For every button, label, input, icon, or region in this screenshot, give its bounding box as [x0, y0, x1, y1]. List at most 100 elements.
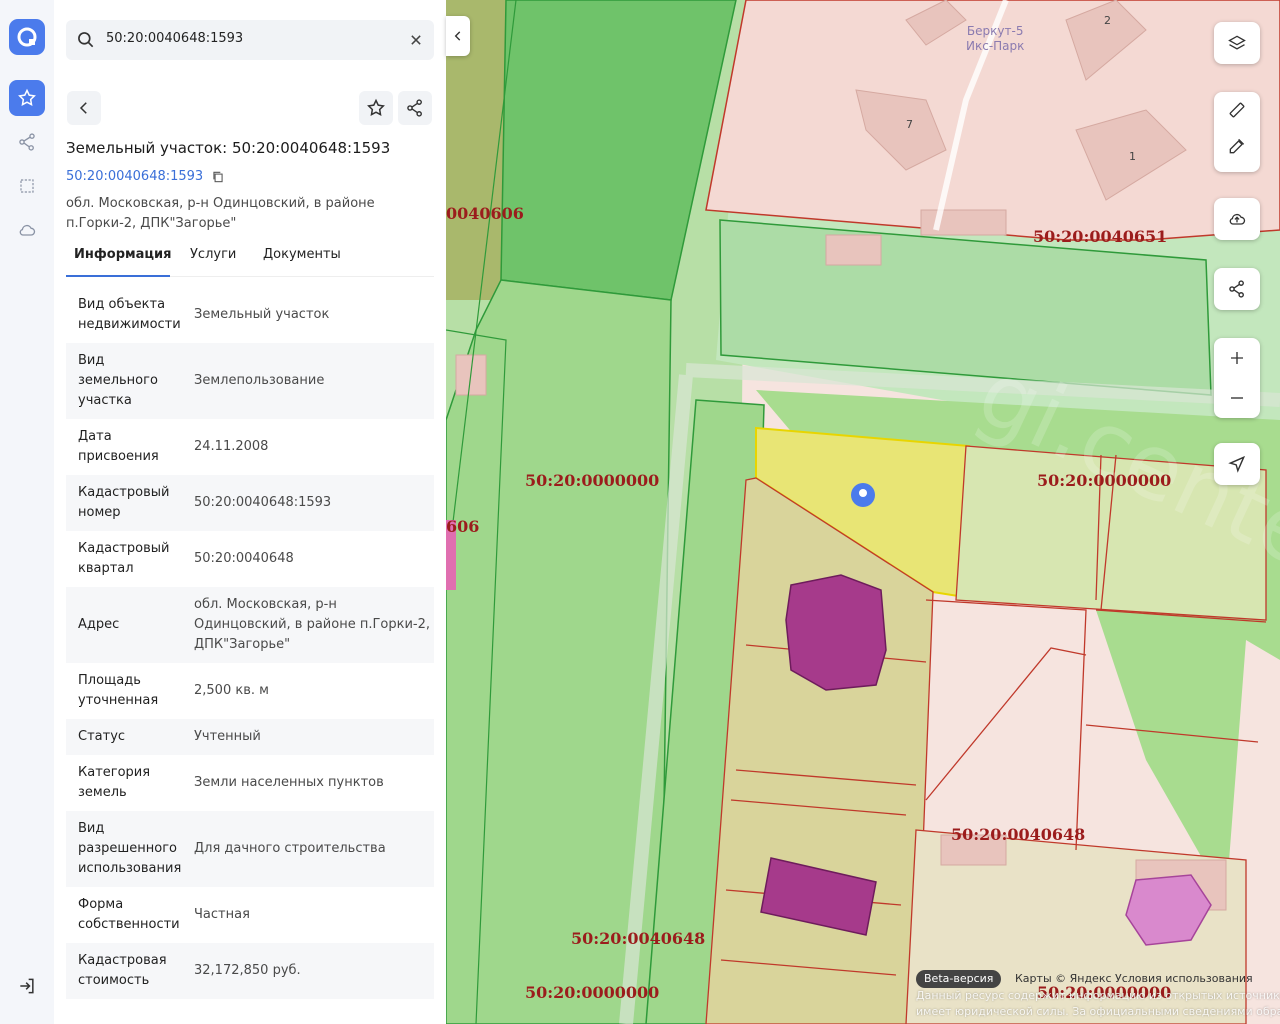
chevron-left-icon — [454, 31, 461, 41]
select-area-button[interactable] — [9, 168, 45, 204]
row-value: 50:20:0040648 — [194, 551, 294, 566]
cadastral-label: 50:20:0000000 — [525, 471, 660, 490]
map-pin-icon[interactable] — [851, 483, 875, 507]
table-row: Вид разрешенного использования Для дачног… — [66, 811, 434, 887]
table-row: Форма собственности Частная — [66, 887, 434, 943]
share-icon — [407, 99, 422, 117]
upload-button[interactable] — [1214, 198, 1260, 240]
cadastral-label: 50:20:0000000 — [525, 983, 660, 1002]
building-number: 2 — [1104, 14, 1111, 27]
logout-button[interactable] — [9, 968, 45, 1004]
table-row: Кадастровая стоимость 32,172,850 руб. — [66, 943, 434, 999]
route-icon — [19, 133, 35, 151]
row-value: Земли населенных пунктов — [194, 775, 384, 790]
back-button[interactable] — [67, 91, 101, 125]
row-value: обл. Московская, р-н Одинцовский, в райо… — [194, 597, 430, 652]
collapse-panel-button[interactable] — [446, 16, 470, 56]
building-number: 7 — [906, 118, 913, 131]
zoom-group — [1214, 338, 1260, 418]
table-row: Вид земельного участка Землепользование — [66, 343, 434, 419]
table-row: Вид объекта недвижимости Земельный участо… — [66, 287, 434, 343]
row-value: Частная — [194, 907, 250, 922]
row-key: Категория земель — [78, 765, 151, 800]
cadastral-link[interactable]: 50:20:0040648:1593 — [66, 169, 225, 184]
ruler-icon — [1229, 102, 1245, 118]
search-input[interactable]: 50:20:0040648:1593 — [106, 31, 243, 46]
row-value: Для дачного строительства — [194, 841, 386, 856]
logout-icon — [20, 978, 34, 994]
zoom-in-button[interactable] — [1214, 338, 1260, 378]
beta-badge: Beta-версия — [916, 970, 1002, 988]
favorite-button[interactable] — [359, 91, 393, 125]
search-box[interactable]: 50:20:0040648:1593 — [66, 20, 434, 60]
tab-info[interactable]: Информация — [74, 247, 172, 262]
share-icon — [1229, 280, 1244, 298]
cadastral-label: 0040606 — [446, 204, 524, 223]
navigation-arrow-icon — [1228, 455, 1246, 473]
row-key: Вид земельного участка — [78, 353, 158, 408]
row-key: Вид разрешенного использования — [78, 821, 182, 876]
chevron-left-icon — [79, 102, 87, 114]
building-number: 1 — [1129, 150, 1136, 163]
search-icon — [76, 30, 96, 54]
row-key: Дата присвоения — [78, 429, 159, 464]
table-row: Кадастровый номер 50:20:0040648:1593 — [66, 475, 434, 531]
row-value: 50:20:0040648:1593 — [194, 495, 332, 510]
cadastral-label: 50:20:0040648 — [571, 929, 706, 948]
route-button[interactable] — [9, 124, 45, 160]
tab-services[interactable]: Услуги — [190, 247, 236, 262]
tabs: Информация Услуги Документы — [66, 242, 434, 277]
info-table: Вид объекта недвижимости Земельный участо… — [66, 287, 434, 999]
page-title: Земельный участок: 50:20:0040648:1593 — [66, 139, 391, 157]
row-value: Землепользование — [194, 373, 325, 388]
table-row: Дата присвоения 24.11.2008 — [66, 419, 434, 475]
cloud-icon — [19, 224, 36, 236]
cadastral-label: 606 — [446, 517, 480, 536]
edit-button[interactable] — [1214, 128, 1260, 164]
row-key: Форма собственности — [78, 897, 180, 932]
tools-group — [1214, 92, 1260, 172]
star-icon — [367, 98, 385, 116]
zoom-out-button[interactable] — [1214, 378, 1260, 418]
cadastral-label: 50:20:0000000 — [1037, 471, 1172, 490]
app-logo-icon[interactable] — [9, 19, 45, 55]
table-row: Статус Учтенный — [66, 719, 434, 755]
ruler-button[interactable] — [1214, 92, 1260, 128]
favorites-button[interactable] — [9, 80, 45, 116]
row-value: 24.11.2008 — [194, 439, 269, 454]
share-button[interactable] — [398, 91, 432, 125]
clear-search-icon[interactable] — [406, 30, 426, 50]
table-row: Площадь уточненная 2,500 кв. м — [66, 663, 434, 719]
copy-icon[interactable] — [211, 170, 225, 184]
row-value: 32,172,850 руб. — [194, 963, 301, 978]
row-key: Кадастровый номер — [78, 485, 170, 520]
table-row: Адрес обл. Московская, р-н Одинцовский, в… — [66, 587, 434, 663]
disclaimer-text: Данный ресурс содержит информацию из отк… — [916, 989, 1280, 1018]
row-value: Земельный участок — [194, 307, 330, 322]
row-key: Кадастровый квартал — [78, 541, 170, 576]
select-area-icon — [20, 179, 34, 193]
map-copyright[interactable]: Карты © Яндекс Условия использования — [1015, 972, 1253, 985]
upload-cloud-icon — [1229, 213, 1246, 225]
cadastral-number-link[interactable]: 50:20:0040648:1593 — [66, 169, 203, 184]
left-rail — [0, 0, 55, 1024]
locate-button[interactable] — [1214, 443, 1260, 485]
address-text: обл. Московская, р-н Одинцовский, в райо… — [66, 196, 375, 231]
active-tab-indicator — [66, 275, 170, 277]
map-share-button[interactable] — [1214, 268, 1260, 310]
edit-icon — [1229, 138, 1245, 154]
table-row: Кадастровый квартал 50:20:0040648 — [66, 531, 434, 587]
table-row: Категория земель Земли населенных пунктов — [66, 755, 434, 811]
layers-button[interactable] — [1214, 22, 1260, 64]
cadastral-label: 50:20:0040648 — [951, 825, 1086, 844]
row-key: Кадастровая стоимость — [78, 953, 167, 988]
row-key: Вид объекта недвижимости — [78, 297, 181, 332]
row-key: Площадь уточненная — [78, 673, 159, 708]
plus-icon — [1231, 352, 1243, 364]
tab-documents[interactable]: Документы — [263, 247, 341, 262]
minus-icon — [1231, 397, 1243, 399]
map-canvas[interactable]: gi.center Беркут-5 Икс-Парк 2 7 1 50:20:0… — [446, 0, 1280, 1024]
layers-icon — [1228, 35, 1246, 50]
cloud-button[interactable] — [9, 212, 45, 248]
row-value: Учтенный — [194, 729, 261, 744]
